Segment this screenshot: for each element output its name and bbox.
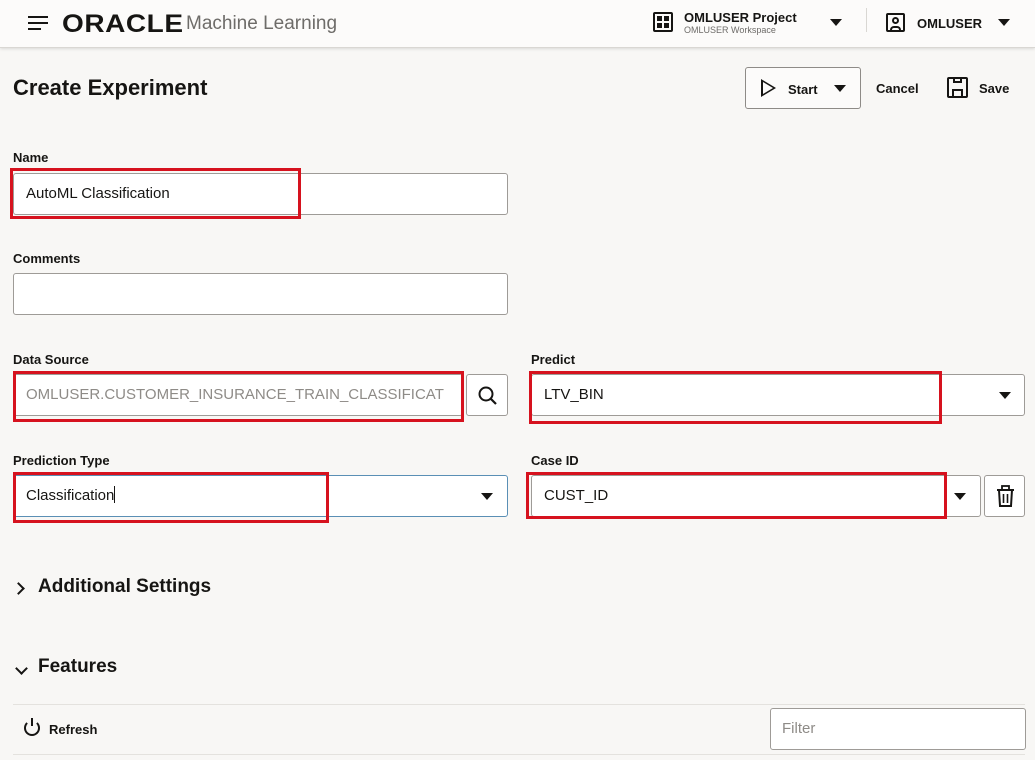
predict-label: Predict (531, 352, 576, 367)
predict-chevron-down-icon[interactable] (999, 392, 1011, 399)
save-icon[interactable] (947, 77, 968, 98)
user-name[interactable]: OMLUSER (917, 16, 982, 31)
header-divider (866, 8, 867, 32)
project-chevron-down-icon[interactable] (830, 19, 842, 26)
comments-label: Comments (13, 251, 81, 266)
cancel-button[interactable]: Cancel (876, 81, 919, 96)
data-source-input[interactable]: OMLUSER.CUSTOMER_INSURANCE_TRAIN_CLASSIF… (13, 374, 463, 416)
prediction-type-value: Classification (26, 487, 115, 504)
workspace-name: OMLUSER Workspace (684, 25, 776, 35)
start-button[interactable]: Start (745, 67, 861, 109)
predict-select[interactable]: LTV_BIN (531, 374, 1025, 416)
start-chevron-down-icon[interactable] (834, 85, 846, 92)
case-id-select[interactable]: CUST_ID (531, 475, 981, 517)
app-header: ORACLE Machine Learning OMLUSER Project … (0, 0, 1035, 48)
additional-settings-toggle[interactable]: Additional Settings (38, 576, 211, 598)
save-button[interactable]: Save (979, 81, 1009, 96)
comments-input[interactable] (13, 273, 508, 315)
hamburger-menu-icon[interactable] (28, 16, 48, 30)
project-name[interactable]: OMLUSER Project (684, 10, 797, 25)
filter-input[interactable]: Filter (770, 708, 1026, 750)
project-grid-icon (653, 12, 673, 32)
case-id-delete-button[interactable] (984, 475, 1025, 517)
start-button-label: Start (788, 82, 818, 97)
app-name: Machine Learning (186, 13, 338, 34)
prediction-type-chevron-down-icon[interactable] (481, 493, 493, 500)
case-id-chevron-down-icon[interactable] (954, 493, 966, 500)
data-source-label: Data Source (13, 352, 89, 367)
chevron-down-icon[interactable] (15, 662, 28, 675)
prediction-type-label: Prediction Type (13, 453, 110, 468)
case-id-label: Case ID (531, 453, 579, 468)
features-toggle[interactable]: Features (38, 656, 117, 678)
page-title: Create Experiment (13, 75, 208, 100)
chevron-right-icon[interactable] (12, 582, 25, 595)
name-input[interactable]: AutoML Classification (13, 173, 508, 215)
trash-icon (997, 485, 1014, 507)
prediction-type-select[interactable]: Classification (13, 475, 508, 517)
refresh-button[interactable]: Refresh (49, 722, 97, 737)
text-cursor (114, 486, 116, 503)
search-icon (478, 386, 497, 405)
play-icon (761, 79, 776, 97)
refresh-icon[interactable] (24, 718, 40, 736)
user-avatar-icon (886, 13, 905, 32)
oracle-logo: ORACLE (62, 10, 184, 38)
user-chevron-down-icon[interactable] (998, 19, 1010, 26)
data-source-search-button[interactable] (466, 374, 508, 416)
name-label: Name (13, 150, 49, 165)
